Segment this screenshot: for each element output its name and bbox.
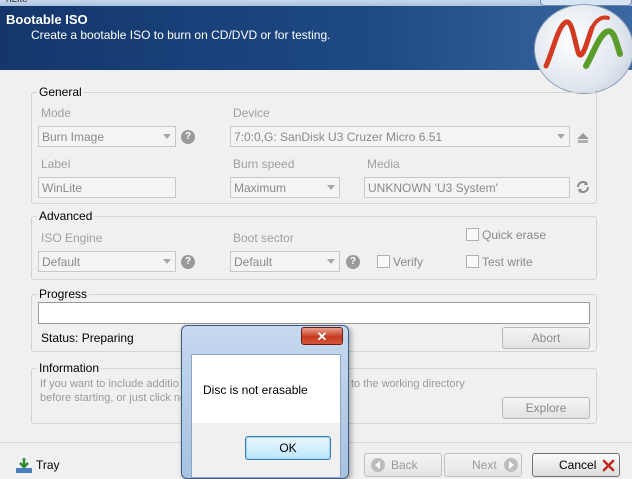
chevron-down-icon: [163, 134, 171, 139]
test-write-label: Test write: [482, 255, 533, 269]
tray-button[interactable]: Tray: [36, 458, 60, 472]
back-arrow-icon: [371, 458, 385, 472]
media-field: UNKNOWN 'U3 System': [364, 177, 570, 198]
mode-select[interactable]: Burn Image: [38, 126, 176, 147]
boot-sector-value: Default: [234, 255, 273, 269]
page-subtitle: Create a bootable ISO to burn on CD/DVD …: [31, 28, 331, 42]
eject-disc-icon[interactable]: [575, 129, 591, 145]
device-select-value: 7:0:0,G: SanDisk U3 Cruzer Micro 6.51: [234, 130, 443, 144]
help-icon[interactable]: ?: [346, 255, 360, 269]
verify-checkbox[interactable]: [377, 255, 390, 268]
page-title: Bootable ISO: [6, 12, 88, 27]
progress-group-label: Progress: [37, 287, 90, 301]
next-button[interactable]: Next: [444, 453, 522, 477]
help-icon[interactable]: ?: [181, 130, 195, 144]
help-icon[interactable]: ?: [181, 255, 195, 269]
next-label: Next: [472, 458, 497, 472]
window-title: nLite: [6, 0, 28, 5]
information-text-line1-right: to the working directory: [351, 378, 465, 390]
general-group-label: General: [37, 85, 84, 99]
nlite-logo-glyph: [543, 15, 623, 69]
chevron-down-icon: [557, 134, 565, 139]
burn-speed-label: Burn speed: [233, 157, 295, 171]
test-write-checkbox[interactable]: [466, 255, 479, 268]
device-label: Device: [233, 106, 270, 120]
iso-engine-label: ISO Engine: [41, 231, 103, 245]
device-select[interactable]: 7:0:0,G: SanDisk U3 Cruzer Micro 6.51: [230, 126, 570, 147]
cancel-label: Cancel: [559, 458, 597, 472]
tray-icon[interactable]: [15, 456, 33, 474]
boot-sector-select[interactable]: Default: [230, 251, 340, 272]
media-label: Media: [367, 157, 400, 171]
abort-button[interactable]: Abort: [502, 327, 590, 349]
cancel-button[interactable]: Cancel: [532, 453, 620, 477]
back-label: Back: [391, 458, 418, 472]
mode-label: Mode: [41, 106, 72, 120]
ok-button[interactable]: OK: [245, 436, 331, 460]
chevron-down-icon: [327, 185, 335, 190]
information-text-line2: before starting, or just click ne: [40, 392, 187, 404]
label-label: Label: [41, 157, 71, 171]
dialog-message: Disc is not erasable: [203, 383, 308, 397]
boot-sector-label: Boot sector: [233, 231, 294, 245]
verify-label: Verify: [393, 255, 424, 269]
mode-select-value: Burn Image: [42, 130, 105, 144]
back-button[interactable]: Back: [364, 453, 442, 477]
iso-engine-value: Default: [42, 255, 81, 269]
information-text-line1: If you want to include additio: [40, 378, 179, 390]
status-text: Status: Preparing: [41, 331, 134, 345]
close-x-icon: [602, 459, 615, 472]
label-input[interactable]: WinLite: [38, 177, 176, 198]
explore-button[interactable]: Explore: [502, 397, 590, 419]
information-group-label: Information: [37, 361, 102, 375]
dialog-close-button[interactable]: ✕: [301, 327, 343, 345]
chevron-down-icon: [163, 259, 171, 264]
quick-erase-label: Quick erase: [482, 228, 547, 242]
burn-speed-select[interactable]: Maximum: [230, 177, 340, 198]
next-arrow-icon: [504, 458, 518, 472]
advanced-group-label: Advanced: [37, 209, 95, 223]
iso-engine-select[interactable]: Default: [38, 251, 176, 272]
progress-bar: [38, 302, 590, 324]
burn-speed-value: Maximum: [234, 181, 287, 195]
quick-erase-checkbox[interactable]: [466, 228, 479, 241]
refresh-icon[interactable]: [575, 179, 591, 195]
chevron-down-icon: [327, 259, 335, 264]
